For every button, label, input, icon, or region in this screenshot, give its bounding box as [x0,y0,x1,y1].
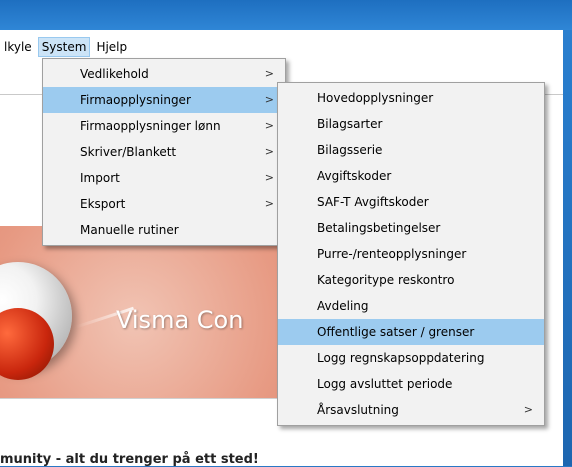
chevron-right-icon: > [264,171,274,184]
menu-item-purre-renteopplysninger[interactable]: Purre-/renteopplysninger [278,241,544,267]
menu-item-label: Årsavslutning [317,403,399,417]
menu-item-label: Eksport [80,197,126,211]
menubar: lkyle System Hjelp [0,37,563,57]
menu-item-betalingsbetingelser[interactable]: Betalingsbetingelser [278,215,544,241]
menu-item-eksport[interactable]: Eksport > [43,191,285,217]
chevron-right-icon: > [264,93,274,106]
menu-item-offentlige-satser-grenser[interactable]: Offentlige satser / grenser [278,319,544,345]
menu-item-avgiftskoder[interactable]: Avgiftskoder [278,163,544,189]
chevron-right-icon: > [523,403,533,416]
menu-item-label: Kategoritype reskontro [317,273,455,287]
menu-item-kategoritype-reskontro[interactable]: Kategoritype reskontro [278,267,544,293]
desktop-top-bar [0,0,572,30]
banner-title: Visma Con [116,306,244,334]
menu-item-logg-regnskapsoppdatering[interactable]: Logg regnskapsoppdatering [278,345,544,371]
menu-item-import[interactable]: Import > [43,165,285,191]
menu-item-logg-avsluttet-periode[interactable]: Logg avsluttet periode [278,371,544,397]
menu-item-hovedopplysninger[interactable]: Hovedopplysninger [278,85,544,111]
menu-item-arsavslutning[interactable]: Årsavslutning > [278,397,544,423]
chevron-right-icon: > [264,119,274,132]
menu-item-label: Firmaopplysninger lønn [80,119,221,133]
menu-item-label: Hovedopplysninger [317,91,434,105]
chevron-right-icon: > [264,197,274,210]
menu-item-bilagsserie[interactable]: Bilagsserie [278,137,544,163]
menubar-item-hjelp[interactable]: Hjelp [92,37,131,57]
menu-item-bilagsarter[interactable]: Bilagsarter [278,111,544,137]
menu-item-avdeling[interactable]: Avdeling [278,293,544,319]
menu-item-label: Betalingsbetingelser [317,221,441,235]
menubar-item-kalkyle[interactable]: lkyle [0,37,36,57]
menu-item-manuelle-rutiner[interactable]: Manuelle rutiner [43,217,285,243]
menu-item-firmaopplysninger[interactable]: Firmaopplysninger > [43,87,285,113]
menu-item-label: Bilagsarter [317,117,383,131]
chevron-right-icon: > [264,145,274,158]
firmaopplysninger-submenu: Hovedopplysninger Bilagsarter Bilagsseri… [277,82,545,426]
menu-item-label: Logg avsluttet periode [317,377,453,391]
menubar-item-system[interactable]: System [37,37,91,57]
menu-item-label: Offentlige satser / grenser [317,325,475,339]
menu-item-saft-avgiftskoder[interactable]: SAF-T Avgiftskoder [278,189,544,215]
menu-item-label: Purre-/renteopplysninger [317,247,467,261]
menu-item-label: Skriver/Blankett [80,145,177,159]
menu-item-label: Bilagsserie [317,143,383,157]
menu-item-label: Avgiftskoder [317,169,392,183]
menu-item-label: Avdeling [317,299,369,313]
menu-item-label: SAF-T Avgiftskoder [317,195,429,209]
community-heading: munity - alt du trenger på ett sted! [0,452,259,467]
chevron-right-icon: > [264,67,274,80]
menu-item-label: Firmaopplysninger [80,93,191,107]
menu-item-skriver-blankett[interactable]: Skriver/Blankett > [43,139,285,165]
menu-item-firmaopplysninger-lonn[interactable]: Firmaopplysninger lønn > [43,113,285,139]
menu-item-vedlikehold[interactable]: Vedlikehold > [43,61,285,87]
menu-item-label: Manuelle rutiner [80,223,179,237]
menu-item-label: Logg regnskapsoppdatering [317,351,485,365]
menu-item-label: Vedlikehold [80,67,149,81]
desktop-right-edge [563,30,572,466]
menu-item-label: Import [80,171,120,185]
system-dropdown-menu: Vedlikehold > Firmaopplysninger > Firmao… [42,58,286,246]
